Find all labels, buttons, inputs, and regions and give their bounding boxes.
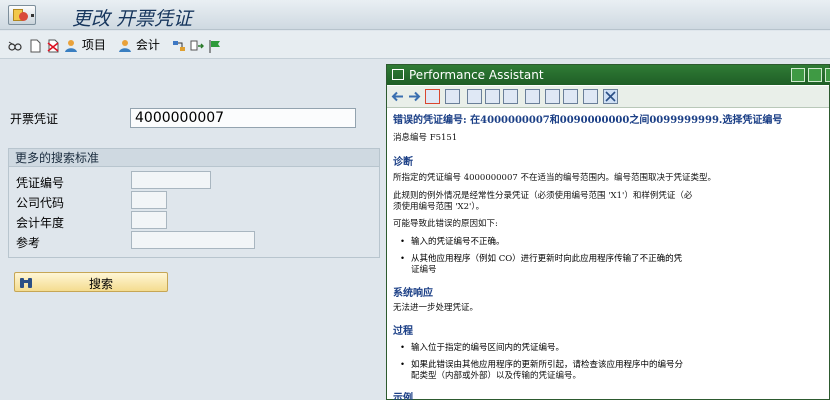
minimize-icon[interactable] <box>791 68 805 82</box>
project-button[interactable]: 项目 <box>64 37 106 53</box>
window-title: 更改 开票凭证 <box>72 8 193 30</box>
assistant-toolbar <box>387 86 829 108</box>
performance-assistant-window: Performance Assistant 错误的凭证编号: 在40000000… <box>386 64 830 400</box>
message-number: 消息编号 F5151 <box>393 133 458 143</box>
pen-icon[interactable] <box>485 89 500 104</box>
exception-text-line2: 须使用编号范围 'X2'）。 <box>393 202 485 212</box>
structure-icon[interactable] <box>172 37 186 53</box>
procedure-step-2-line2: 配类型（内部或外部）以及传输的凭证编号。 <box>411 371 582 381</box>
forward-icon[interactable] <box>407 89 422 104</box>
application-toolbar: 项目 会计 <box>0 31 830 59</box>
system-response-text: 无法进一步处理凭证。 <box>393 303 479 313</box>
display-change-icon[interactable] <box>8 37 22 53</box>
cause-item-2-line1: 从其他应用程序（例如 CO）进行更新时向此应用程序传输了不正确的凭 <box>400 254 682 265</box>
accounting-button[interactable]: 会计 <box>118 37 160 53</box>
more-search-criteria-title: 更多的搜索标准 <box>9 149 379 167</box>
cause-item-2-line2: 证编号 <box>411 265 437 275</box>
document-flow-icon[interactable] <box>190 37 204 53</box>
title-bar: 更改 开票凭证 <box>0 0 830 30</box>
exception-text-line1: 此规则的例外情况是经常性分录凭证（必须使用编号范围 'X1'）和样例凭证（必 <box>393 191 693 201</box>
company-code-input[interactable] <box>131 191 167 209</box>
system-response-heading: 系统响应 <box>393 288 433 299</box>
delete-document-icon[interactable] <box>46 37 60 53</box>
assistant-window-icon <box>392 69 404 80</box>
performance-assistant-title: Performance Assistant <box>409 68 544 82</box>
technical-info-icon[interactable] <box>425 89 440 104</box>
fiscal-year-input[interactable] <box>131 211 167 229</box>
procedure-heading: 过程 <box>393 326 413 337</box>
maximize-icon[interactable] <box>808 68 822 82</box>
fiscal-year-label: 会计年度 <box>16 216 65 230</box>
search-button-label: 搜索 <box>89 277 114 291</box>
close-assistant-icon[interactable] <box>603 89 618 104</box>
main-form-area: 开票凭证 4000000007 更多的搜索标准 凭证编号 公司代码 会计年度 参… <box>0 60 386 400</box>
close-icon[interactable] <box>825 68 830 82</box>
accounting-label: 会计 <box>135 38 160 52</box>
company-code-label: 公司代码 <box>16 196 65 210</box>
document-number-label: 凭证编号 <box>16 176 65 190</box>
procedure-step-2-line1: 如果此错误由其他应用程序的更新所引起，请检查该应用程序中的编号分 <box>400 360 683 371</box>
error-title: 错误的凭证编号: 在4000000007和0090000000之间0099999… <box>393 115 783 126</box>
document-number-input[interactable] <box>131 171 211 189</box>
bookmark-icon[interactable] <box>525 89 540 104</box>
edit-icon[interactable] <box>467 89 482 104</box>
reference-label: 参考 <box>16 236 41 250</box>
reference-input[interactable] <box>131 231 255 249</box>
back-icon[interactable] <box>390 89 405 104</box>
cause-item-1: 输入的凭证编号不正确。 <box>400 237 504 248</box>
find-icon[interactable] <box>563 89 578 104</box>
diagnosis-text: 所指定的凭证编号 4000000007 不在适当的编号范围内。编号范围取决于凭证… <box>393 173 716 183</box>
document-icon[interactable] <box>583 89 598 104</box>
hierarchy-icon[interactable] <box>445 89 460 104</box>
billing-document-label: 开票凭证 <box>10 112 59 126</box>
project-label: 项目 <box>81 38 106 52</box>
procedure-step-1: 输入位于指定的编号区间内的凭证编号。 <box>400 343 564 354</box>
billing-document-input[interactable]: 4000000007 <box>130 108 356 128</box>
performance-assistant-titlebar[interactable]: Performance Assistant <box>387 65 830 85</box>
user-settings-icon[interactable] <box>503 89 518 104</box>
binoculars-icon <box>20 278 32 288</box>
search-button[interactable]: 搜索 <box>14 272 168 292</box>
diagnosis-heading: 诊断 <box>393 157 413 168</box>
sap-transaction-icon[interactable] <box>8 5 36 25</box>
new-document-icon[interactable] <box>28 37 42 53</box>
example-heading: 示例 <box>393 393 413 400</box>
causes-intro: 可能导致此错误的原因如下: <box>393 219 498 229</box>
print-icon[interactable] <box>545 89 560 104</box>
flag-icon[interactable] <box>208 37 222 53</box>
